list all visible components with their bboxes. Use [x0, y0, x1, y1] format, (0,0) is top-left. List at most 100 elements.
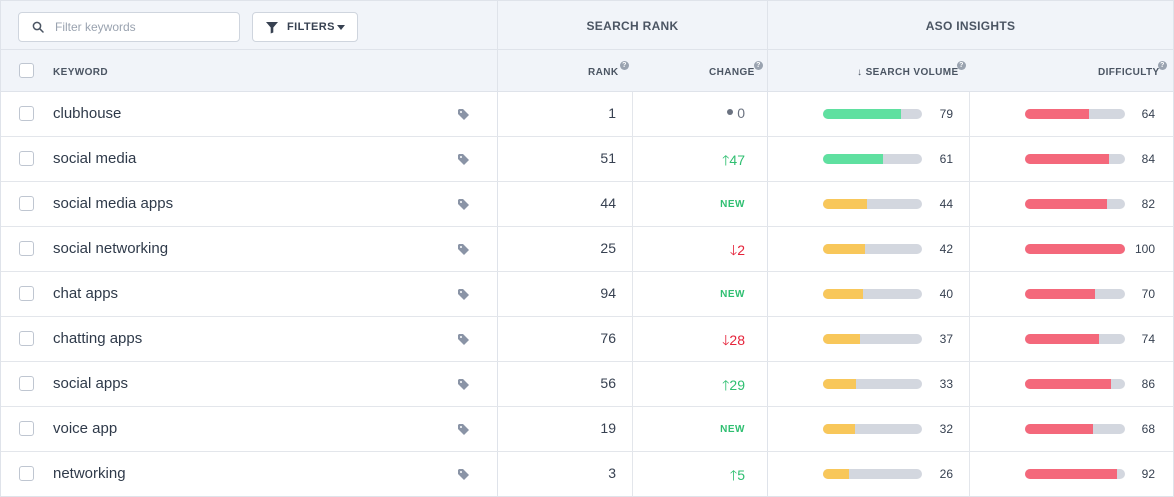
rank-value: 19 — [600, 420, 616, 436]
row-checkbox[interactable] — [19, 421, 34, 436]
row-checkbox[interactable] — [19, 466, 34, 481]
difficulty-fill — [1025, 154, 1109, 164]
table-row[interactable]: chatting apps 76 🡓28 37 74 — [1, 317, 1173, 362]
difficulty-bar — [1025, 334, 1125, 344]
tag-icon[interactable] — [458, 289, 470, 300]
row-checkbox[interactable] — [19, 106, 34, 121]
column-keyword[interactable]: KEYWORD — [53, 67, 108, 78]
table-row[interactable]: social networking 25 🡓2 42 100 — [1, 227, 1173, 272]
keyword-text[interactable]: social networking — [53, 240, 168, 257]
tag-icon[interactable] — [458, 469, 470, 480]
search-volume-value: 42 — [939, 242, 953, 256]
change-value: NEW — [641, 424, 745, 435]
keyword-text[interactable]: voice app — [53, 420, 117, 437]
tag-icon[interactable] — [458, 379, 470, 390]
row-checkbox[interactable] — [19, 151, 34, 166]
change-value: 🡓2 — [641, 240, 745, 264]
tag-icon[interactable] — [458, 334, 470, 345]
chevron-down-icon — [337, 25, 345, 30]
change-value: 🡑5 — [641, 465, 745, 489]
keyword-text[interactable]: networking — [53, 465, 126, 482]
tag-icon[interactable] — [458, 154, 470, 165]
column-difficulty[interactable]: DIFFICULTY? — [1098, 61, 1167, 78]
row-checkbox[interactable] — [19, 331, 34, 346]
help-icon[interactable]: ? — [754, 61, 763, 70]
tag-icon[interactable] — [458, 424, 470, 435]
keyword-text[interactable]: clubhouse — [53, 105, 121, 122]
help-icon[interactable]: ? — [620, 61, 629, 70]
table-row[interactable]: social media apps 44 NEW 44 82 — [1, 182, 1173, 227]
table-row[interactable]: networking 3 🡑5 26 92 — [1, 452, 1173, 496]
keyword-text[interactable]: social media — [53, 150, 136, 167]
column-difficulty-label: DIFFICULTY — [1098, 67, 1160, 78]
difficulty-value: 68 — [1141, 422, 1155, 436]
search-volume-fill — [823, 244, 865, 254]
table-row[interactable]: chat apps 94 NEW 40 70 — [1, 272, 1173, 317]
search-volume-fill — [823, 109, 902, 119]
change-value: 🡑29 — [641, 375, 745, 399]
change-value: 🡑47 — [641, 150, 745, 174]
sort-desc-icon: ↓ — [857, 67, 866, 78]
search-volume-bar — [823, 334, 922, 344]
search-input-wrapper[interactable] — [18, 12, 240, 42]
difficulty-fill — [1025, 199, 1107, 209]
filters-button[interactable]: FILTERS — [252, 12, 358, 42]
keywords-table: FILTERS SEARCH RANK ASO INSIGHTS KEYWORD… — [0, 0, 1174, 497]
difficulty-value: 74 — [1141, 332, 1155, 346]
search-volume-bar — [823, 469, 922, 479]
search-volume-bar — [823, 199, 922, 209]
rank-value: 3 — [608, 465, 616, 481]
rank-value: 56 — [600, 375, 616, 391]
difficulty-fill — [1025, 469, 1117, 479]
group-aso-insights: ASO INSIGHTS — [925, 19, 1016, 33]
difficulty-fill — [1025, 244, 1125, 254]
rank-value: 51 — [600, 150, 616, 166]
tag-icon[interactable] — [458, 199, 470, 210]
keyword-text[interactable]: chatting apps — [53, 330, 142, 347]
difficulty-value: 92 — [1141, 467, 1155, 481]
row-checkbox[interactable] — [19, 376, 34, 391]
column-rank-label: RANK — [588, 67, 619, 78]
neutral-dot-icon — [727, 109, 734, 116]
row-checkbox[interactable] — [19, 286, 34, 301]
search-volume-fill — [823, 154, 884, 164]
group-search-rank: SEARCH RANK — [586, 19, 679, 33]
row-checkbox[interactable] — [19, 241, 34, 256]
search-volume-bar — [823, 244, 922, 254]
change-value: 🡓28 — [641, 330, 745, 354]
rank-value: 76 — [600, 330, 616, 346]
table-row[interactable]: voice app 19 NEW 32 68 — [1, 407, 1173, 452]
column-search-volume[interactable]: ↓ SEARCH VOLUME? — [857, 61, 966, 78]
search-volume-value: 26 — [939, 467, 953, 481]
keyword-text[interactable]: social apps — [53, 375, 128, 392]
change-text: 29 — [729, 377, 745, 393]
tag-icon[interactable] — [458, 109, 470, 120]
column-change[interactable]: CHANGE? — [709, 61, 763, 78]
search-volume-value: 79 — [939, 107, 953, 121]
search-input[interactable] — [55, 18, 230, 36]
search-volume-fill — [823, 424, 855, 434]
keyword-text[interactable]: chat apps — [53, 285, 118, 302]
select-all-checkbox[interactable] — [19, 63, 34, 78]
difficulty-bar — [1025, 424, 1125, 434]
tag-icon[interactable] — [458, 244, 470, 255]
rank-value: 44 — [600, 195, 616, 211]
rank-value: 25 — [600, 240, 616, 256]
change-text: NEW — [720, 199, 745, 210]
search-volume-value: 40 — [939, 287, 953, 301]
filter-icon — [266, 22, 278, 34]
help-icon[interactable]: ? — [957, 61, 966, 70]
table-row[interactable]: clubhouse 1 0 79 64 — [1, 92, 1173, 137]
table-row[interactable]: social apps 56 🡑29 33 86 — [1, 362, 1173, 407]
help-icon[interactable]: ? — [1158, 61, 1167, 70]
change-value: 0 — [641, 105, 745, 121]
search-volume-bar — [823, 154, 922, 164]
column-rank[interactable]: RANK? — [588, 61, 629, 78]
difficulty-fill — [1025, 379, 1111, 389]
keyword-text[interactable]: social media apps — [53, 195, 173, 212]
difficulty-bar — [1025, 469, 1125, 479]
row-checkbox[interactable] — [19, 196, 34, 211]
table-row[interactable]: social media 51 🡑47 61 84 — [1, 137, 1173, 182]
search-volume-fill — [823, 199, 867, 209]
change-text: 47 — [729, 152, 745, 168]
